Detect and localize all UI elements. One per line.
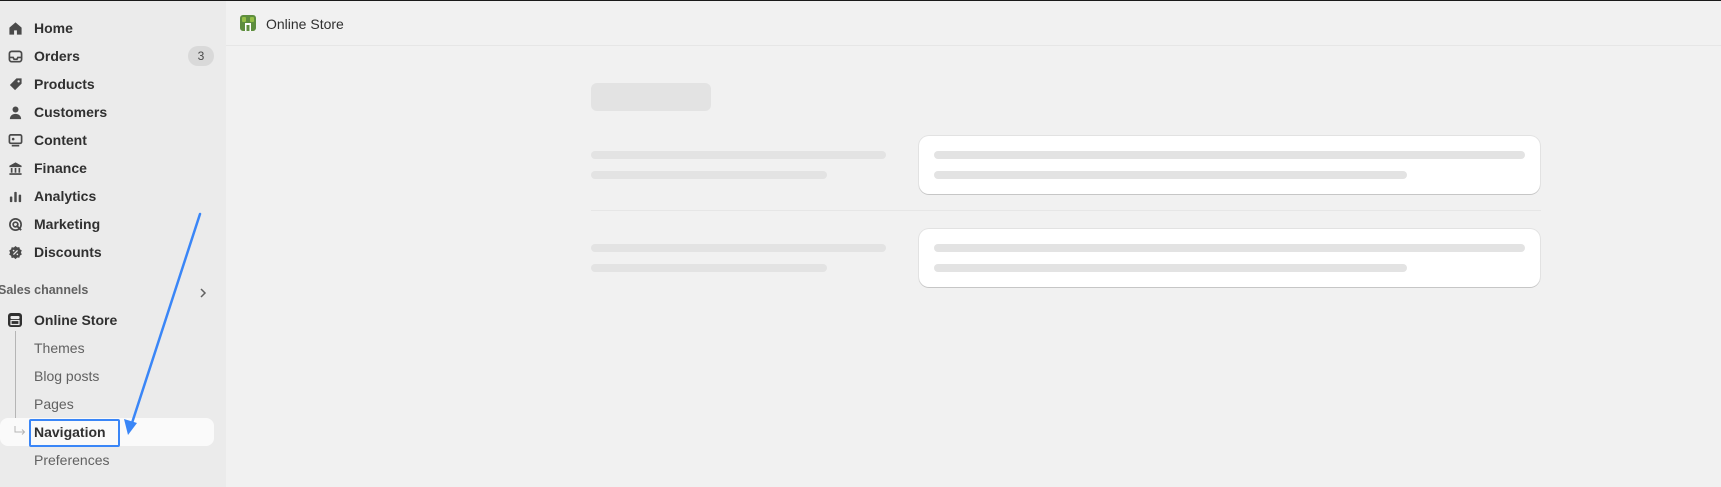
sidebar-item-label: Products — [34, 76, 95, 92]
sidebar-item-marketing[interactable]: Marketing — [0, 210, 214, 238]
sidebar-item-content[interactable]: Content — [0, 126, 214, 154]
skeleton-line — [591, 264, 827, 272]
tag-icon — [7, 76, 23, 92]
sidebar-item-customers[interactable]: Customers — [0, 98, 214, 126]
sidebar-subitem-preferences[interactable]: Preferences — [34, 452, 109, 468]
skeleton-line — [591, 171, 827, 179]
sidebar-item-label: Discounts — [34, 244, 102, 260]
page-title: Online Store — [266, 16, 344, 32]
sidebar-item-discounts[interactable]: Discounts — [0, 238, 214, 266]
sidebar-item-label: Customers — [34, 104, 108, 120]
sidebar-subitem-blog-posts[interactable]: Blog posts — [34, 368, 99, 384]
online-store-logo-icon — [239, 14, 257, 32]
person-icon — [7, 104, 23, 120]
skeleton-line — [934, 171, 1407, 179]
home-icon — [7, 20, 23, 36]
sidebar-item-label: Content — [34, 132, 87, 148]
skeleton-card — [919, 136, 1540, 194]
highlight-box — [29, 419, 120, 447]
sales-channels-title: Sales channels — [0, 283, 89, 297]
sidebar-item-label: Analytics — [34, 188, 97, 204]
skeleton-line — [934, 244, 1525, 252]
orders-count-badge: 3 — [188, 46, 214, 66]
skeleton-heading — [591, 83, 711, 111]
tree-connector-arrow-icon — [14, 425, 28, 443]
sidebar-item-home[interactable]: Home — [0, 14, 214, 42]
sidebar-item-label: Orders — [34, 48, 80, 64]
skeleton-line — [934, 151, 1525, 159]
sidebar-subitem-themes[interactable]: Themes — [34, 340, 85, 356]
top-bar: Online Store — [226, 1, 1721, 46]
sidebar-item-online-store[interactable]: Online Store — [0, 306, 214, 334]
skeleton-line — [591, 151, 886, 159]
bank-icon — [7, 160, 23, 176]
sidebar-item-label: Online Store — [34, 312, 118, 328]
content-icon — [7, 132, 23, 148]
skeleton-line — [934, 264, 1407, 272]
chevron-right-icon[interactable] — [196, 286, 210, 300]
skeleton-card — [919, 229, 1540, 287]
sidebar-item-products[interactable]: Products — [0, 70, 214, 98]
sidebar-item-label: Finance — [34, 160, 87, 176]
sidebar-subitem-pages[interactable]: Pages — [34, 396, 74, 412]
store-icon — [7, 312, 23, 328]
sidebar-item-label: Marketing — [34, 216, 101, 232]
section-divider — [591, 210, 1541, 211]
sidebar: Home Orders 3 Products Customers Content… — [0, 1, 226, 487]
inbox-icon — [7, 48, 23, 64]
subnav-tree-line — [15, 331, 16, 431]
bar-chart-icon — [7, 188, 23, 204]
skeleton-line — [591, 244, 886, 252]
sidebar-item-orders[interactable]: Orders 3 — [0, 42, 214, 70]
target-icon — [7, 216, 23, 232]
sidebar-item-analytics[interactable]: Analytics — [0, 182, 214, 210]
discount-icon — [7, 244, 23, 260]
sidebar-item-label: Home — [34, 20, 73, 36]
sidebar-item-finance[interactable]: Finance — [0, 154, 214, 182]
